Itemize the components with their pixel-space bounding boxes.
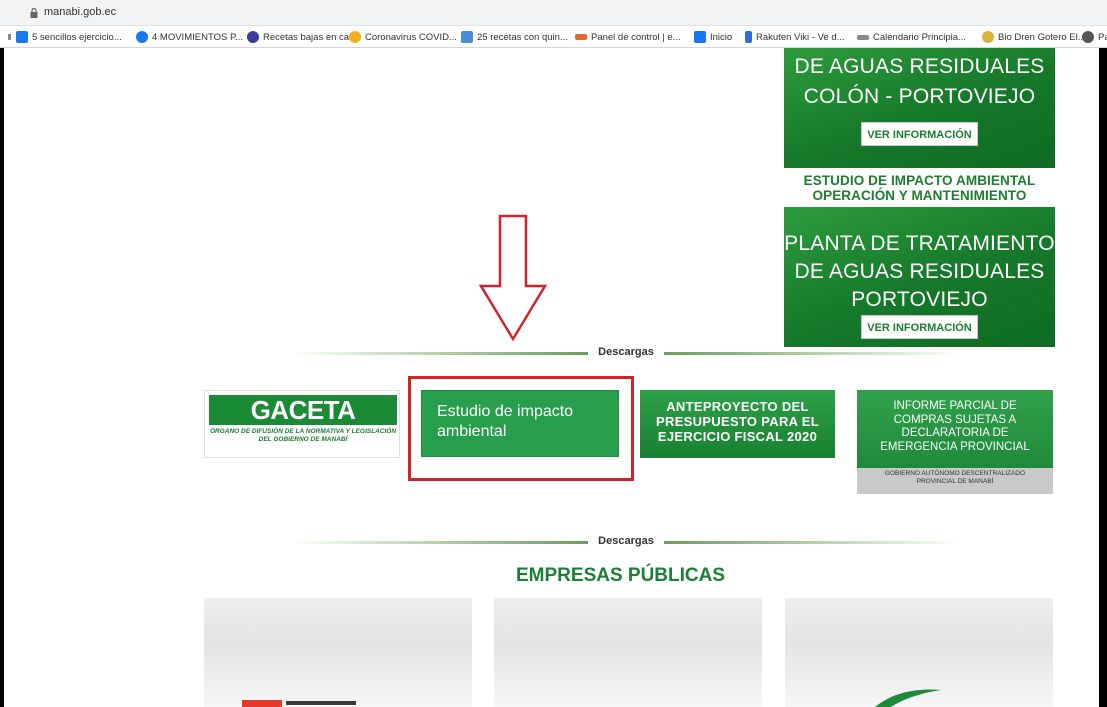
info-panel-colon: DE AGUAS RESIDUALES COLÓN - PORTOVIEJO V… <box>784 48 1055 168</box>
anteproyecto-line: EJERCICIO FISCAL 2020 <box>657 429 818 444</box>
site-favicon-icon <box>575 34 587 40</box>
empresa-logo-icon <box>875 689 941 707</box>
gaceta-subtitle-line: DEL GOBIERNO DE MANABÍ <box>258 436 348 443</box>
informe-parcial-banner[interactable]: INFORME PARCIAL DE COMPRAS SUJETAS A DEC… <box>857 390 1053 494</box>
anteproyecto-line: ANTEPROYECTO DEL <box>666 399 809 414</box>
anteproyecto-line: PRESUPUESTO PARA EL <box>656 414 819 429</box>
address-bar[interactable]: manabi.gob.ec <box>0 0 1107 26</box>
downloads-divider: Descargas <box>291 535 961 549</box>
bookmarks-bar: 5 sencillos ejercicio... 4 MOVIMIENTOS P… <box>0 26 1107 48</box>
page-border-right <box>1099 48 1107 707</box>
bookmark-item[interactable]: Pa <box>1082 30 1107 44</box>
informe-footer-line: PROVINCIAL DE MANABÍ <box>916 478 994 485</box>
gaceta-subtitle: ÓRGANO DE DIFUSIÓN DE LA NORMATIVA Y LEG… <box>209 428 397 444</box>
empresa-card[interactable] <box>785 598 1053 707</box>
url-text: manabi.gob.ec <box>44 6 117 18</box>
informe-line: COMPRAS SUJETAS A <box>893 413 1017 426</box>
downloads-label: Descargas <box>598 346 654 358</box>
impact-study-band[interactable]: ESTUDIO DE IMPACTO AMBIENTAL OPERACIÓN Y… <box>784 168 1055 207</box>
bookmarks-overflow-marker <box>8 34 11 40</box>
gaceta-title: GACETA OFICIAL <box>209 395 397 455</box>
empresa-logo-text <box>286 701 356 705</box>
bookmark-item[interactable]: Panel de control | e... <box>575 30 681 44</box>
band-line: ESTUDIO DE IMPACTO AMBIENTAL <box>803 173 1036 188</box>
panel-title-line: PLANTA DE TRATAMIENTO <box>784 232 1055 255</box>
page-border-left <box>0 48 4 707</box>
site-favicon-icon <box>857 34 869 40</box>
anteproyecto-presupuesto-banner[interactable]: ANTEPROYECTO DEL PRESUPUESTO PARA EL EJE… <box>640 390 835 458</box>
empresa-card[interactable] <box>494 598 762 707</box>
globe-icon <box>1082 31 1094 43</box>
rakuten-icon <box>745 31 752 43</box>
site-favicon-icon <box>349 31 361 43</box>
highlight-box <box>408 376 634 481</box>
informe-footer: GOBIERNO AUTÓNOMO DESCENTRALIZADO PROVIN… <box>857 470 1053 486</box>
empresas-publicas-heading: EMPRESAS PÚBLICAS <box>516 565 726 586</box>
bookmark-item[interactable]: Calendario Principia... <box>857 30 966 44</box>
bookmark-item[interactable]: Inicio <box>694 30 732 44</box>
informe-title: INFORME PARCIAL DE COMPRAS SUJETAS A DEC… <box>857 390 1053 468</box>
panel-title-line: COLÓN - PORTOVIEJO <box>803 85 1036 108</box>
site-favicon-icon <box>461 31 473 43</box>
panel-title-line: DE AGUAS RESIDUALES <box>794 55 1045 78</box>
bookmark-item[interactable]: Coronavirus COVID... <box>349 30 457 44</box>
informe-line: EMERGENCIA PROVINCIAL <box>880 440 1030 453</box>
info-panel-portoviejo: PLANTA DE TRATAMIENTO DE AGUAS RESIDUALE… <box>784 207 1055 347</box>
downloads-label: Descargas <box>598 535 654 547</box>
facebook-icon <box>136 31 148 43</box>
gaceta-oficial-banner[interactable]: GACETA OFICIAL ÓRGANO DE DIFUSIÓN DE LA … <box>204 390 400 458</box>
bookmark-item[interactable]: 5 sencillos ejercicio... <box>16 30 122 44</box>
divider-line <box>291 541 588 544</box>
divider-line <box>291 352 588 355</box>
gaceta-subtitle-line: ÓRGANO DE DIFUSIÓN DE LA NORMATIVA Y LEG… <box>209 428 397 435</box>
band-line: OPERACIÓN Y MANTENIMIENTO <box>812 188 1027 203</box>
divider-line <box>664 541 961 544</box>
empresa-logo <box>242 700 282 707</box>
bookmark-item[interactable]: 25 recetas con quin... <box>461 30 568 44</box>
panel-title-line: DE AGUAS RESIDUALES <box>794 260 1045 283</box>
bookmark-item[interactable]: Recetas bajas en ca... <box>247 30 357 44</box>
site-favicon-icon <box>247 31 259 43</box>
site-favicon-icon <box>982 31 994 43</box>
ver-informacion-button[interactable]: VER INFORMACIÓN <box>861 315 978 339</box>
bookmark-item[interactable]: Rakuten Viki - Ve d... <box>745 30 845 44</box>
informe-line: DECLARATORIA DE <box>901 427 1009 439</box>
bookmark-item[interactable]: Bio Dren Gotero El... <box>982 30 1086 44</box>
informe-footer-line: GOBIERNO AUTÓNOMO DESCENTRALIZADO <box>884 470 1026 477</box>
lock-icon <box>30 8 38 18</box>
informe-line: INFORME PARCIAL DE <box>893 400 1017 412</box>
downloads-divider: Descargas <box>291 346 961 360</box>
divider-line <box>664 352 961 355</box>
empresa-card[interactable] <box>204 598 472 707</box>
panel-title-line: PORTOVIEJO <box>851 288 988 311</box>
bookmark-item[interactable]: 4 MOVIMIENTOS P... <box>136 30 243 44</box>
facebook-icon <box>16 31 28 43</box>
ver-informacion-button[interactable]: VER INFORMACIÓN <box>861 122 978 146</box>
facebook-icon <box>694 31 706 43</box>
down-arrow-icon <box>478 214 548 342</box>
